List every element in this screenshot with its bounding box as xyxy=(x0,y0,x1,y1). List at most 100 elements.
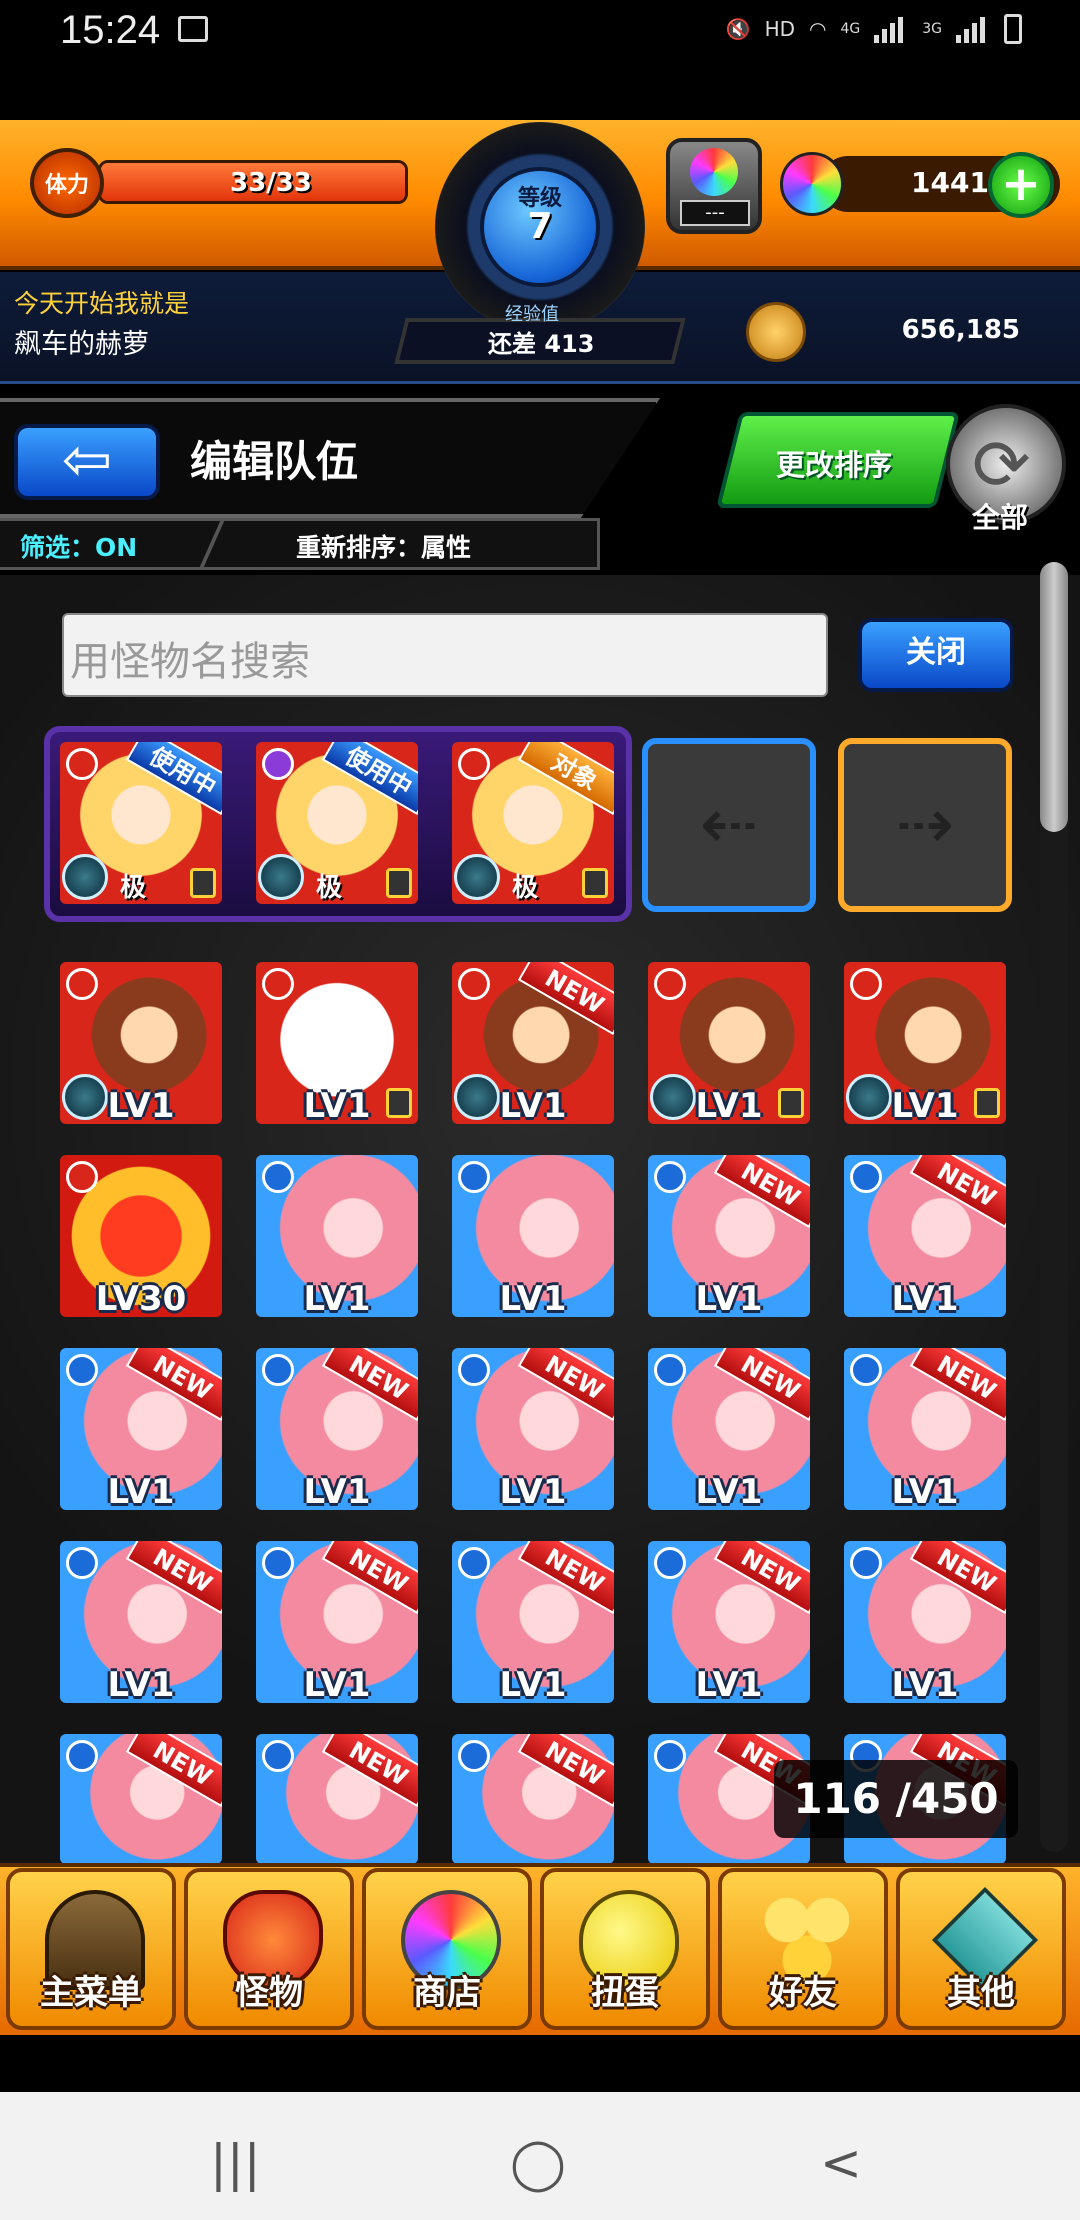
gem-box[interactable]: --- xyxy=(666,138,762,234)
level-label: LV1 xyxy=(695,1472,763,1510)
level-label: LV1 xyxy=(695,1665,763,1703)
monster-card[interactable]: NEW LV1 xyxy=(452,1541,614,1703)
element-icon xyxy=(66,1161,98,1193)
element-icon xyxy=(654,1740,686,1772)
level-value: 7 xyxy=(527,206,553,247)
monster-card[interactable]: NEW LV1 xyxy=(648,1155,810,1317)
monster-card[interactable]: LV1 xyxy=(452,1155,614,1317)
all-label: 全部 xyxy=(972,501,1029,534)
rank-label: 极 xyxy=(120,873,147,903)
level-label: LV1 xyxy=(695,1279,763,1317)
monster-card[interactable]: NEW LV1 xyxy=(256,1348,418,1510)
monster-card[interactable]: LV30 xyxy=(60,1155,222,1317)
move-right-slot-button[interactable]: ⇢ xyxy=(838,738,1012,912)
page-title: 编辑队伍 xyxy=(190,437,359,486)
sort-toggle[interactable]: 重新排序：属性 xyxy=(296,528,471,564)
stamina-value: 33/33 xyxy=(230,168,312,198)
team-member-3[interactable]: 对象极 xyxy=(452,742,614,904)
box-capacity: 116 /450 xyxy=(774,1760,1018,1838)
element-icon xyxy=(850,1161,882,1193)
stamina-meter: 体力 33/33 xyxy=(30,148,408,218)
nav-question-button[interactable]: 其他 xyxy=(896,1868,1066,2030)
system-back-button[interactable]: < xyxy=(820,2134,862,2192)
level-label: LV1 xyxy=(499,1665,567,1703)
nav-gacha-egg-button[interactable]: 扭蛋 xyxy=(540,1868,710,2030)
monster-card[interactable]: LV1 xyxy=(256,962,418,1124)
coin-count: 656,185 xyxy=(901,315,1020,345)
nav-friends-button[interactable]: 好友 xyxy=(718,1868,888,2030)
monster-card[interactable]: LV1 xyxy=(60,962,222,1124)
recent-apps-button[interactable]: ||| xyxy=(210,2134,261,2192)
search-input[interactable]: 用怪物名搜索 xyxy=(62,613,828,697)
monster-card[interactable]: NEW LV1 xyxy=(256,1541,418,1703)
monster-card[interactable]: NEW LV1 xyxy=(452,962,614,1124)
lock-icon xyxy=(386,868,412,898)
exp-value: 还差 413 xyxy=(488,330,595,358)
monster-card[interactable]: NEW LV1 xyxy=(60,1348,222,1510)
lock-icon xyxy=(582,868,608,898)
monster-card[interactable]: NEW LV1 xyxy=(844,1155,1006,1317)
arrow-right-icon: ⇢ xyxy=(895,783,955,865)
status-bar: 15:24 🔇 HD ◠ 4G 3G xyxy=(0,0,1080,120)
element-icon xyxy=(66,1740,98,1772)
nav-monster-button[interactable]: 怪物 xyxy=(184,1868,354,2030)
element-icon xyxy=(66,968,98,1000)
status-icons: 🔇 HD ◠ 4G 3G xyxy=(726,14,1022,44)
gem-icon xyxy=(690,148,738,196)
egg-icon xyxy=(62,854,108,900)
monster-card[interactable]: NEW LV1 xyxy=(648,1541,810,1703)
monster-card[interactable]: NEW LV1 xyxy=(648,1348,810,1510)
monster-card[interactable]: NEW LV1 xyxy=(452,1348,614,1510)
monster-card[interactable]: NEW xyxy=(60,1734,222,1864)
element-icon xyxy=(654,1354,686,1386)
close-button[interactable]: 关闭 xyxy=(858,618,1014,692)
level-label: LV1 xyxy=(303,1472,371,1510)
element-icon xyxy=(458,748,490,780)
nav-label: 好友 xyxy=(769,1973,837,2013)
team-member-1[interactable]: 使用中极 xyxy=(60,742,222,904)
monster-card[interactable]: NEW LV1 xyxy=(844,1541,1006,1703)
filter-toggle[interactable]: 筛选：ON xyxy=(20,528,137,564)
move-left-slot-button[interactable]: ⇠ xyxy=(642,738,816,912)
element-icon xyxy=(66,1354,98,1386)
element-icon xyxy=(850,968,882,1000)
element-icon xyxy=(262,1161,294,1193)
home-button[interactable]: ◯ xyxy=(510,2134,566,2192)
element-icon xyxy=(458,968,490,1000)
element-icon xyxy=(458,1354,490,1386)
nav-label: 商店 xyxy=(413,1973,481,2013)
level-label: LV1 xyxy=(107,1472,175,1510)
gold-coin-icon xyxy=(746,302,806,362)
back-button[interactable]: ⇦ xyxy=(14,424,160,500)
element-icon xyxy=(262,1547,294,1579)
element-icon xyxy=(66,1547,98,1579)
monster-card[interactable]: LV1 xyxy=(256,1155,418,1317)
scrollbar-thumb[interactable] xyxy=(1040,562,1068,832)
monster-card[interactable]: NEW xyxy=(256,1734,418,1864)
nav-gate-button[interactable]: 主菜单 xyxy=(6,1868,176,2030)
monster-card[interactable]: NEW LV1 xyxy=(60,1541,222,1703)
level-label: LV1 xyxy=(891,1086,959,1124)
monster-card[interactable]: LV1 xyxy=(648,962,810,1124)
refresh-icon: ⟳ xyxy=(972,424,1031,506)
clock: 15:24 xyxy=(60,8,161,52)
element-icon xyxy=(654,1161,686,1193)
monster-card[interactable]: NEW LV1 xyxy=(844,1348,1006,1510)
level-label: LV30 xyxy=(95,1279,187,1317)
nav-rainbow-orb-button[interactable]: 商店 xyxy=(362,1868,532,2030)
element-icon xyxy=(654,968,686,1000)
element-icon xyxy=(262,968,294,1000)
rank-label: 极 xyxy=(316,873,343,903)
level-label: LV1 xyxy=(891,1279,959,1317)
rainbow-orb-icon xyxy=(780,152,844,216)
team-member-2[interactable]: 使用中极 xyxy=(256,742,418,904)
level-label: LV1 xyxy=(303,1086,371,1124)
monster-card[interactable]: NEW xyxy=(452,1734,614,1864)
wifi-icon: ◠ xyxy=(809,17,827,41)
buy-orbs-button[interactable]: + xyxy=(988,152,1054,218)
element-icon xyxy=(262,1740,294,1772)
stamina-badge: 体力 xyxy=(30,148,104,218)
monster-card[interactable]: LV1 xyxy=(844,962,1006,1124)
nav-label: 怪物 xyxy=(235,1973,303,2013)
rank-label: 极 xyxy=(512,873,539,903)
